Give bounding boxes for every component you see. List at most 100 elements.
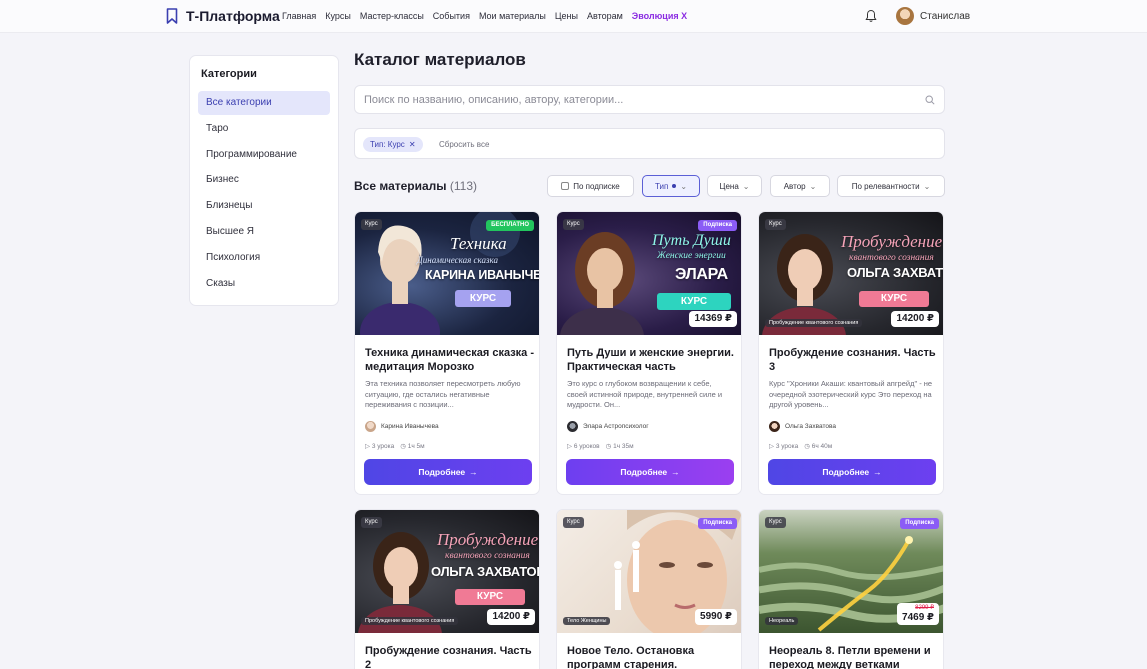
category-higher-self[interactable]: Высшее Я <box>198 220 330 244</box>
more-button-label: Подробнее <box>620 467 668 477</box>
arrow-right-icon: → <box>671 467 680 477</box>
card-cover-image[interactable]: Курс Подписка Путь Души Женские энергии … <box>557 212 741 335</box>
search-icon[interactable] <box>925 95 935 105</box>
category-taro[interactable]: Таро <box>198 117 330 141</box>
lessons-count: 3 урока <box>775 443 799 450</box>
bell-icon[interactable] <box>865 9 877 23</box>
author-label: Автор <box>783 181 806 191</box>
chip-label: Тип: Курс <box>370 140 405 149</box>
type-badge: Курс <box>361 219 382 230</box>
author-name: Карина Иванычева <box>381 423 439 430</box>
chevron-down-icon: ⌄ <box>809 181 817 191</box>
nav-courses[interactable]: Курсы <box>325 11 351 21</box>
material-card[interactable]: Курс Пробуждение квантового сознания ОЛЬ… <box>758 211 944 495</box>
lessons-count: 6 уроков <box>573 443 600 450</box>
price-filter-button[interactable]: Цена ⌄ <box>707 175 762 197</box>
arrow-right-icon: → <box>873 467 882 477</box>
subscription-label: По подписке <box>573 181 620 191</box>
author-name: Ольга Захватова <box>785 423 836 430</box>
material-card[interactable]: Курс Подписка Неореаль 8299 ₽ 7469 ₽ Нео… <box>758 509 944 669</box>
category-all[interactable]: Все категории <box>198 91 330 115</box>
more-button[interactable]: Подробнее → <box>566 459 734 485</box>
search-box <box>354 85 945 114</box>
cover-headline: Техника <box>450 234 507 253</box>
active-dot-icon <box>672 184 677 188</box>
cover-author-name: ОЛЬГА ЗАХВАТОВА <box>847 265 943 280</box>
category-psychology[interactable]: Психология <box>198 246 330 270</box>
card-cover-image[interactable]: Курс Подписка Неореаль 8299 ₽ 7469 ₽ <box>759 510 943 633</box>
nav-authors[interactable]: Авторам <box>587 11 623 21</box>
nav-events[interactable]: События <box>433 11 470 21</box>
sidebar-title: Категории <box>201 68 257 80</box>
price-tag: 8299 ₽ 7469 ₽ <box>897 603 939 625</box>
main-nav: Главная Курсы Мастер-классы События Мои … <box>282 11 696 21</box>
card-title[interactable]: Новое Тело. Остановка программ старения. <box>567 644 737 669</box>
user-menu[interactable]: Станислав <box>896 7 970 25</box>
duration: 6ч 40м <box>811 443 833 450</box>
nav-evolution-x[interactable]: Эволюция X <box>632 11 687 21</box>
material-card[interactable]: Курс Подписка Тело Женщины 5990 ₽ Новое … <box>556 509 742 669</box>
category-gemini[interactable]: Близнецы <box>198 194 330 218</box>
category-tales[interactable]: Сказы <box>198 272 330 296</box>
sort-label: По релевантности <box>851 181 920 191</box>
price-tag: 5990 ₽ <box>695 609 737 625</box>
type-badge: Курс <box>765 219 786 230</box>
card-title[interactable]: Пробуждение сознания. Часть 2 <box>365 644 535 669</box>
subscription-filter-button[interactable]: По подписке <box>547 175 634 197</box>
more-button[interactable]: Подробнее → <box>364 459 532 485</box>
material-card[interactable]: Курс Пробуждение квантового сознания ОЛЬ… <box>354 509 540 669</box>
card-cover-image[interactable]: Курс БЕСПЛАТНО Техника Динамическая сказ… <box>355 212 539 335</box>
logo[interactable]: Т-Платформа <box>166 8 280 24</box>
card-title[interactable]: Пробуждение сознания. Часть 3 <box>769 346 939 374</box>
cover-course-label: КУРС <box>657 293 731 310</box>
card-author[interactable]: Карина Иванычева <box>365 421 439 432</box>
search-input[interactable] <box>364 86 904 113</box>
author-name: Элара Астропсихолог <box>583 423 649 430</box>
category-list: Все категории Таро Программирование Бизн… <box>198 91 330 297</box>
chevron-down-icon: ⌄ <box>742 181 750 191</box>
card-title[interactable]: Путь Души и женские энергии. Практическа… <box>567 346 737 374</box>
card-description: Это курс о глубоком возвращении к себе, … <box>567 379 723 409</box>
material-card[interactable]: Курс БЕСПЛАТНО Техника Динамическая сказ… <box>354 211 540 495</box>
active-filter-chip[interactable]: Тип: Курс ✕ <box>363 137 423 152</box>
card-cover-image[interactable]: Курс Подписка Тело Женщины 5990 ₽ <box>557 510 741 633</box>
nav-my-materials[interactable]: Мои материалы <box>479 11 546 21</box>
cover-caption: Неореаль <box>765 617 799 625</box>
checkbox[interactable] <box>561 182 570 190</box>
more-button[interactable]: Подробнее → <box>768 459 936 485</box>
cover-course-label: КУРС <box>859 291 929 307</box>
avatar <box>896 7 914 25</box>
arrow-right-icon: → <box>469 467 478 477</box>
card-description: Эта техника позволяет пересмотреть любую… <box>365 379 521 409</box>
lessons-info: ▷ 6 уроков <box>567 442 600 450</box>
card-author[interactable]: Ольга Захватова <box>769 421 836 432</box>
card-cover-image[interactable]: Курс Пробуждение квантового сознания ОЛЬ… <box>355 510 539 633</box>
type-filter-button[interactable]: Тип ⌄ <box>642 175 700 197</box>
cover-caption: Пробуждение квантового сознания <box>361 617 459 625</box>
section-title: Все материалы (113) <box>354 179 477 193</box>
clock-icon: ◷ <box>400 443 408 450</box>
chevron-down-icon: ⌄ <box>680 181 688 191</box>
card-title[interactable]: Неореаль 8. Петли времени и переход межд… <box>769 644 939 669</box>
nav-prices[interactable]: Цены <box>555 11 578 21</box>
avatar <box>769 421 780 432</box>
card-cover-image[interactable]: Курс Пробуждение квантового сознания ОЛЬ… <box>759 212 943 335</box>
lessons-info: ▷ 3 урока <box>769 442 798 450</box>
material-card[interactable]: Курс Подписка Путь Души Женские энергии … <box>556 211 742 495</box>
price-label: Цена <box>719 181 739 191</box>
duration-info: ◷ 1ч 35м <box>606 442 634 450</box>
author-filter-button[interactable]: Автор ⌄ <box>770 175 830 197</box>
nav-home[interactable]: Главная <box>282 11 316 21</box>
duration-info: ◷ 1ч 5м <box>400 442 424 450</box>
nav-masterclasses[interactable]: Мастер-классы <box>360 11 424 21</box>
card-title[interactable]: Техника динамическая сказка - медитация … <box>365 346 535 374</box>
category-business[interactable]: Бизнес <box>198 168 330 192</box>
card-author[interactable]: Элара Астропсихолог <box>567 421 649 432</box>
price-tag: 14200 ₽ <box>891 311 939 327</box>
close-icon[interactable]: ✕ <box>409 137 416 152</box>
cover-headline: Путь Души <box>652 232 731 249</box>
lessons-count: 3 урока <box>371 443 395 450</box>
sort-select[interactable]: По релевантности ⌄ <box>837 175 945 197</box>
category-programming[interactable]: Программирование <box>198 143 330 167</box>
reset-filters-link[interactable]: Сбросить все <box>439 140 489 149</box>
